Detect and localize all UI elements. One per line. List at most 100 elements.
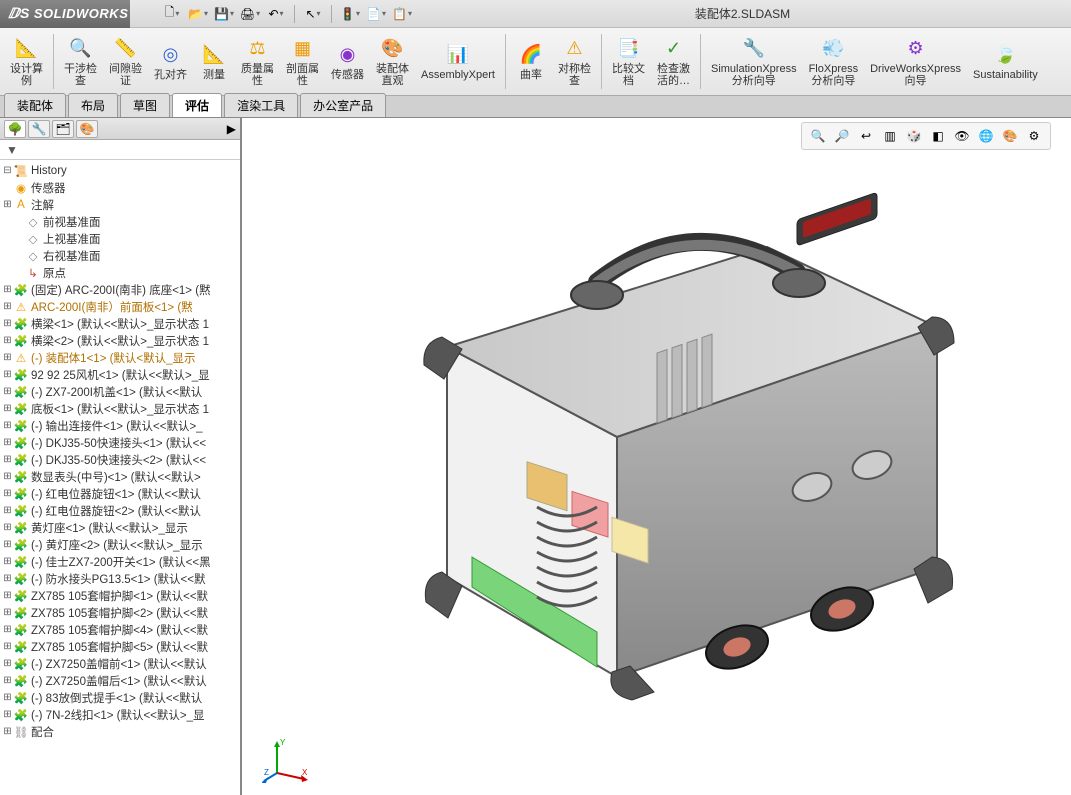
tree-item[interactable]: ⊞🧩ZX785 105套帽护脚<2> (默认<<默	[0, 604, 240, 621]
tree-item[interactable]: ⊞🧩(-) 红电位器旋钮<2> (默认<<默认	[0, 502, 240, 519]
driveworksxpress-button[interactable]: ⚙DriveWorksXpress 向导	[864, 28, 967, 95]
tree-item[interactable]: ⊞🧩(-) 7N-2线扣<1> (默认<<默认>_显	[0, 706, 240, 723]
expand-toggle[interactable]: ⊞	[2, 403, 13, 414]
expand-toggle[interactable]: ⊞	[2, 318, 13, 329]
select-button[interactable]: ↖▾	[301, 3, 325, 25]
tree-item[interactable]: ⊞🧩横梁<1> (默认<<默认>_显示状态 1	[0, 315, 240, 332]
floxpress-button[interactable]: 💨FloXpress 分析向导	[803, 28, 865, 95]
tree-item[interactable]: ⊞🧩黄灯座<1> (默认<<默认>_显示	[0, 519, 240, 536]
expand-toggle[interactable]: ⊞	[2, 709, 13, 720]
tree-item[interactable]: ◇前视基准面	[0, 213, 240, 230]
expand-toggle[interactable]: ⊞	[2, 301, 13, 312]
expand-toggle[interactable]: ⊞	[2, 522, 13, 533]
tree-item[interactable]: ◇上视基准面	[0, 230, 240, 247]
sensor-button[interactable]: ◉传感器	[325, 28, 370, 95]
expand-toggle[interactable]: ⊞	[2, 607, 13, 618]
check-active-button[interactable]: ✓检查激 活的…	[651, 28, 696, 95]
tree-item[interactable]: ⊞🧩ZX785 105套帽护脚<1> (默认<<默	[0, 587, 240, 604]
expand-toggle[interactable]: ⊞	[2, 284, 13, 295]
display-manager-tab[interactable]: 🎨	[76, 120, 98, 138]
tree-item[interactable]: ⊞🧩(固定) ARC-200I(南非) 底座<1> (黙	[0, 281, 240, 298]
expand-toggle[interactable]: ⊞	[2, 454, 13, 465]
expand-toggle[interactable]: ⊞	[2, 471, 13, 482]
tree-item[interactable]: ◇右视基准面	[0, 247, 240, 264]
tree-item[interactable]: ⊞⚠ARC-200I(南非）前面板<1> (黙	[0, 298, 240, 315]
tree-item[interactable]: ⊞🧩(-) ZX7250盖帽后<1> (默认<<默认	[0, 672, 240, 689]
sustainability-button[interactable]: 🍃Sustainability	[967, 28, 1044, 95]
assemblyxpert-button[interactable]: 📊AssemblyXpert	[415, 28, 501, 95]
compare-button[interactable]: 📑比较文 档	[606, 28, 651, 95]
expand-toggle[interactable]: ⊞	[2, 726, 13, 737]
tab-office[interactable]: 办公室产品	[300, 93, 386, 117]
mass-props-button[interactable]: ⚖质量属 性	[235, 28, 280, 95]
tree-item[interactable]: ⊞⛓配合	[0, 723, 240, 740]
section-props-button[interactable]: ▦剖面属 性	[280, 28, 325, 95]
tab-render[interactable]: 渲染工具	[224, 93, 298, 117]
tab-scroll-right-icon[interactable]: ▶	[227, 122, 236, 136]
expand-toggle[interactable]: ⊞	[2, 590, 13, 601]
tree-item[interactable]: ⊞🧩(-) 黄灯座<2> (默认<<默认>_显示	[0, 536, 240, 553]
expand-toggle[interactable]: ⊞	[2, 488, 13, 499]
expand-toggle[interactable]: ⊞	[2, 505, 13, 516]
simulationxpress-button[interactable]: 🔧SimulationXpress 分析向导	[705, 28, 803, 95]
new-button[interactable]: 🗋▾	[160, 3, 184, 25]
tree-filter-bar[interactable]: ▼	[0, 140, 240, 160]
expand-toggle[interactable]: ⊞	[2, 335, 13, 346]
expand-toggle[interactable]: ⊞	[2, 692, 13, 703]
tree-item[interactable]: ⊞🧩(-) 佳士ZX7-200开关<1> (默认<<黑	[0, 553, 240, 570]
tree-item[interactable]: ⊞⚠(-) 装配体1<1> (默认<默认_显示	[0, 349, 240, 366]
feature-tree[interactable]: ⊟📜History◉传感器⊞A注解◇前视基准面◇上视基准面◇右视基准面↳原点⊞🧩…	[0, 160, 240, 795]
expand-toggle[interactable]: ⊞	[2, 539, 13, 550]
tree-item[interactable]: ⊞🧩(-) ZX7250盖帽前<1> (默认<<默认	[0, 655, 240, 672]
expand-toggle[interactable]: ⊞	[2, 641, 13, 652]
print-button[interactable]: 🖨▾	[238, 3, 262, 25]
tree-item[interactable]: ⊞🧩92 92 25风机<1> (默认<<默认>_显	[0, 366, 240, 383]
expand-toggle[interactable]: ⊞	[2, 573, 13, 584]
expand-toggle[interactable]: ⊟	[2, 165, 13, 176]
expand-toggle[interactable]: ⊞	[2, 420, 13, 431]
options-button[interactable]: 📄▾	[364, 3, 388, 25]
curvature-button[interactable]: 🌈曲率	[510, 28, 552, 95]
tree-item[interactable]: ⊞🧩(-) DKJ35-50快速接头<1> (默认<<	[0, 434, 240, 451]
interference-button[interactable]: 🔍干涉检 查	[58, 28, 103, 95]
tree-item[interactable]: ◉传感器	[0, 179, 240, 196]
expand-toggle[interactable]: ⊞	[2, 352, 13, 363]
tree-item[interactable]: ⊞🧩(-) 83放倒式提手<1> (默认<<默认	[0, 689, 240, 706]
tree-item[interactable]: ⊞🧩横梁<2> (默认<<默认>_显示状态 1	[0, 332, 240, 349]
tree-item[interactable]: ⊞🧩(-) 防水接头PG13.5<1> (默认<<默	[0, 570, 240, 587]
undo-button[interactable]: ↶▾	[264, 3, 288, 25]
tree-item[interactable]: ↳原点	[0, 264, 240, 281]
save-button[interactable]: 💾▾	[212, 3, 236, 25]
tree-item[interactable]: ⊞🧩数显表头(中号)<1> (默认<<默认>	[0, 468, 240, 485]
tree-item[interactable]: ⊞🧩底板<1> (默认<<默认>_显示状态 1	[0, 400, 240, 417]
hole-align-button[interactable]: ◎孔对齐	[148, 28, 193, 95]
tree-item[interactable]: ⊟📜History	[0, 162, 240, 179]
tree-item[interactable]: ⊞🧩ZX785 105套帽护脚<4> (默认<<默	[0, 621, 240, 638]
tree-item[interactable]: ⊞🧩(-) 红电位器旋钮<1> (默认<<默认	[0, 485, 240, 502]
property-manager-tab[interactable]: 🔧	[28, 120, 50, 138]
properties-button[interactable]: 📋▾	[390, 3, 414, 25]
graphics-viewport[interactable]: 🔍🔎↩▥🎲◧👁🌐🎨⚙	[242, 118, 1071, 795]
design-study-button[interactable]: 📐设计算 例	[4, 28, 49, 95]
open-button[interactable]: 📂▾	[186, 3, 210, 25]
expand-toggle[interactable]: ⊞	[2, 369, 13, 380]
expand-toggle[interactable]: ⊞	[2, 658, 13, 669]
tab-layout[interactable]: 布局	[68, 93, 118, 117]
orientation-triad[interactable]: Y X Z	[262, 733, 312, 783]
expand-toggle[interactable]: ⊞	[2, 675, 13, 686]
assembly-visual-button[interactable]: 🎨装配体 直观	[370, 28, 415, 95]
tab-sketch[interactable]: 草图	[120, 93, 170, 117]
tab-assembly[interactable]: 装配体	[4, 93, 66, 117]
expand-toggle[interactable]: ⊞	[2, 556, 13, 567]
symmetry-button[interactable]: ⚠对称检 查	[552, 28, 597, 95]
tree-item[interactable]: ⊞🧩(-) 输出连接件<1> (默认<<默认>_	[0, 417, 240, 434]
tree-item[interactable]: ⊞🧩ZX785 105套帽护脚<5> (默认<<默	[0, 638, 240, 655]
tab-evaluate[interactable]: 评估	[172, 93, 222, 117]
configuration-manager-tab[interactable]: 🗂	[52, 120, 74, 138]
tree-item[interactable]: ⊞🧩(-) DKJ35-50快速接头<2> (默认<<	[0, 451, 240, 468]
expand-toggle[interactable]: ⊞	[2, 624, 13, 635]
tree-item[interactable]: ⊞A注解	[0, 196, 240, 213]
clearance-button[interactable]: 📏间隙验 证	[103, 28, 148, 95]
feature-tree-tab[interactable]: 🌳	[4, 120, 26, 138]
tree-item[interactable]: ⊞🧩(-) ZX7-200I机盖<1> (默认<<默认	[0, 383, 240, 400]
